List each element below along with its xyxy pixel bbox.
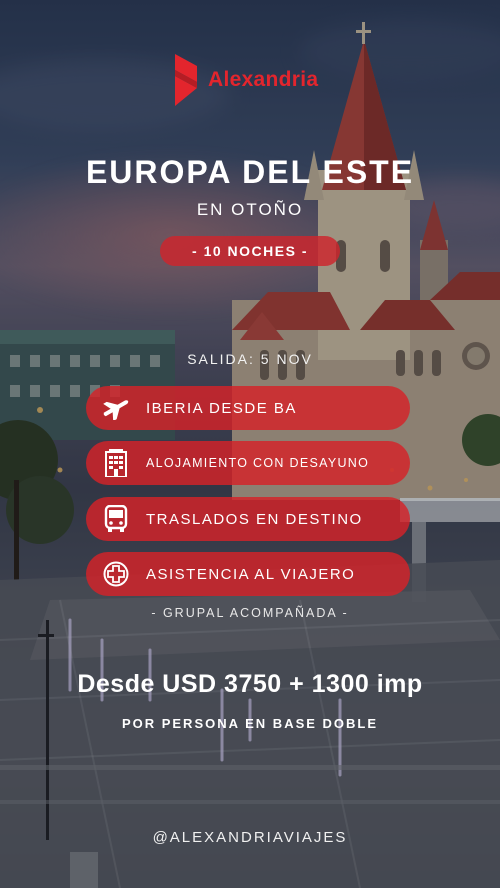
price-text: Desde USD 3750 + 1300 imp xyxy=(77,670,423,698)
nights-badge: - 10 NOCHES - xyxy=(160,236,340,266)
feature-lodging: ALOJAMIENTO CON DESAYUNO xyxy=(86,441,410,485)
travel-poster: Alexandria EUROPA DEL ESTE EN OTOÑO - 10… xyxy=(0,0,500,888)
alexandria-logo-icon xyxy=(175,54,197,106)
social-handle: @ALEXANDRIAVIAJES xyxy=(152,829,348,846)
feature-assistance: ASISTENCIA AL VIAJERO xyxy=(86,552,410,596)
feature-flight: IBERIA DESDE BA xyxy=(86,386,410,430)
feature-label: ALOJAMIENTO CON DESAYUNO xyxy=(146,456,370,470)
brand-logo: Alexandria xyxy=(172,52,318,108)
group-tour-note: - GRUPAL ACOMPAÑADA - xyxy=(151,606,349,620)
page-title: EUROPA DEL ESTE xyxy=(85,154,415,190)
hotel-icon xyxy=(86,441,146,485)
feature-label: IBERIA DESDE BA xyxy=(146,399,297,417)
price-note: POR PERSONA EN BASE DOBLE xyxy=(121,716,379,731)
feature-label: TRASLADOS EN DESTINO xyxy=(146,510,363,528)
medical-cross-icon xyxy=(86,552,146,596)
bus-icon xyxy=(86,497,146,541)
brand-name: Alexandria xyxy=(208,68,319,91)
feature-label: ASISTENCIA AL VIAJERO xyxy=(146,565,356,583)
page-subtitle: EN OTOÑO xyxy=(196,200,304,219)
departure-date: SALIDA: 5 NOV xyxy=(187,351,313,367)
airplane-icon xyxy=(86,386,146,430)
feature-transfers: TRASLADOS EN DESTINO xyxy=(86,497,410,541)
